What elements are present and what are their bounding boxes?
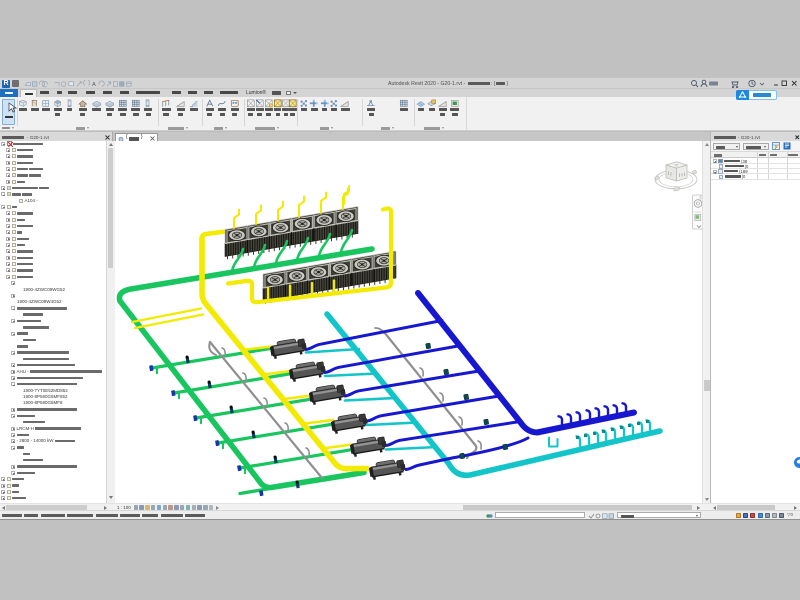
svg-text:A: A — [92, 82, 96, 88]
